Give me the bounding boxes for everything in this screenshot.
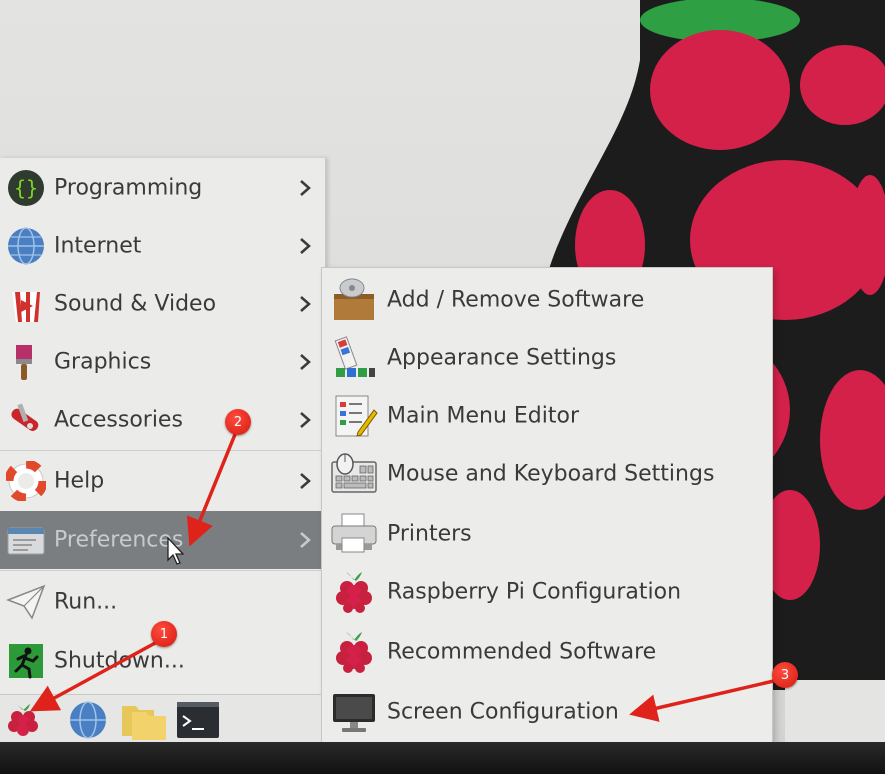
menu-label-shutdown: Shutdown... <box>54 648 185 674</box>
exit-icon <box>9 644 43 679</box>
terminal-icon[interactable] <box>176 700 220 740</box>
menu-item-preferences[interactable]: Preferences <box>0 511 326 569</box>
submenu-item-add-remove-software[interactable]: Add / Remove Software <box>322 270 772 330</box>
appearance-icon <box>334 336 375 377</box>
submenu-label-raspberry-pi-configuration: Raspberry Pi Configuration <box>387 579 682 605</box>
submenu-label-screen-configuration: Screen Configuration <box>387 699 619 725</box>
raspberry-icon <box>336 572 372 613</box>
submenu-item-raspberry-pi-configuration[interactable]: Raspberry Pi Configuration <box>322 562 772 622</box>
raspberry-menu-icon[interactable] <box>3 700 43 740</box>
submenu-item-screen-configuration[interactable]: Screen Configuration <box>322 682 772 742</box>
monitor-icon <box>333 694 375 732</box>
package-icon <box>334 278 374 320</box>
globe-icon <box>8 227 44 265</box>
web-browser-icon[interactable] <box>68 700 108 740</box>
menu-label-internet: Internet <box>54 233 142 259</box>
submenu-label-mouse-keyboard-settings: Mouse and Keyboard Settings <box>387 461 715 487</box>
chevron-right-icon <box>300 473 311 489</box>
chevron-right-icon <box>300 296 311 312</box>
menu-editor-icon <box>335 395 378 437</box>
chevron-right-icon <box>300 354 311 370</box>
chevron-right-icon <box>300 412 311 428</box>
menu-label-graphics: Graphics <box>54 349 152 375</box>
menu-item-programming[interactable]: {} Programming <box>0 159 326 217</box>
mouse-keyboard-icon <box>331 453 377 493</box>
annotation-badge-3: 3 <box>772 662 798 688</box>
submenu-item-main-menu-editor[interactable]: Main Menu Editor <box>322 386 772 446</box>
svg-text:{}: {} <box>14 176 38 200</box>
menu-label-programming: Programming <box>54 175 203 201</box>
submenu-label-add-remove-software: Add / Remove Software <box>387 287 645 313</box>
annotation-badge-1: 1 <box>151 621 177 647</box>
annotation-badge-2: 2 <box>225 409 251 435</box>
preferences-submenu: Add / Remove Software Appearance Setting… <box>321 267 773 743</box>
menu-item-internet[interactable]: Internet <box>0 217 326 275</box>
swiss-knife-icon <box>11 403 39 431</box>
paper-plane-icon <box>6 584 46 620</box>
paintbrush-icon <box>16 345 32 380</box>
lifebuoy-icon <box>6 461 46 501</box>
menu-divider <box>0 450 326 451</box>
submenu-label-appearance-settings: Appearance Settings <box>387 345 617 371</box>
menu-divider <box>0 570 326 571</box>
submenu-label-printers: Printers <box>387 521 472 547</box>
menu-item-sound-video[interactable]: Sound & Video <box>0 275 326 333</box>
chevron-right-icon <box>300 238 311 254</box>
programming-icon: {} <box>8 170 44 206</box>
file-manager-icon[interactable] <box>120 700 168 740</box>
chevron-right-icon <box>300 532 311 548</box>
printer-icon <box>331 513 377 553</box>
submenu-item-printers[interactable]: Printers <box>322 504 772 564</box>
menu-label-run: Run... <box>54 589 118 615</box>
submenu-label-recommended-software: Recommended Software <box>387 639 657 665</box>
submenu-item-appearance-settings[interactable]: Appearance Settings <box>322 328 772 388</box>
menu-item-accessories[interactable]: Accessories <box>0 391 326 449</box>
mouse-cursor-icon <box>167 537 185 565</box>
menu-label-sound-video: Sound & Video <box>54 291 217 317</box>
submenu-item-recommended-software[interactable]: Recommended Software <box>322 622 772 682</box>
monitor-bezel <box>0 742 885 774</box>
menu-label-help: Help <box>54 468 105 494</box>
raspberry-icon <box>336 632 372 673</box>
menu-label-accessories: Accessories <box>54 407 183 433</box>
preferences-icon <box>7 527 45 555</box>
submenu-label-main-menu-editor: Main Menu Editor <box>387 403 580 429</box>
menu-item-help[interactable]: Help <box>0 452 326 510</box>
main-menu: {} Programming Internet Sound & Video Gr… <box>0 158 326 694</box>
submenu-item-mouse-keyboard-settings[interactable]: Mouse and Keyboard Settings <box>322 444 772 504</box>
menu-item-graphics[interactable]: Graphics <box>0 333 326 391</box>
desktop-screen: {} Programming Internet Sound & Video Gr… <box>0 0 885 774</box>
taskbar <box>0 694 321 742</box>
popcorn-icon <box>12 292 40 322</box>
menu-label-preferences: Preferences <box>54 527 184 553</box>
chevron-right-icon <box>300 180 311 196</box>
